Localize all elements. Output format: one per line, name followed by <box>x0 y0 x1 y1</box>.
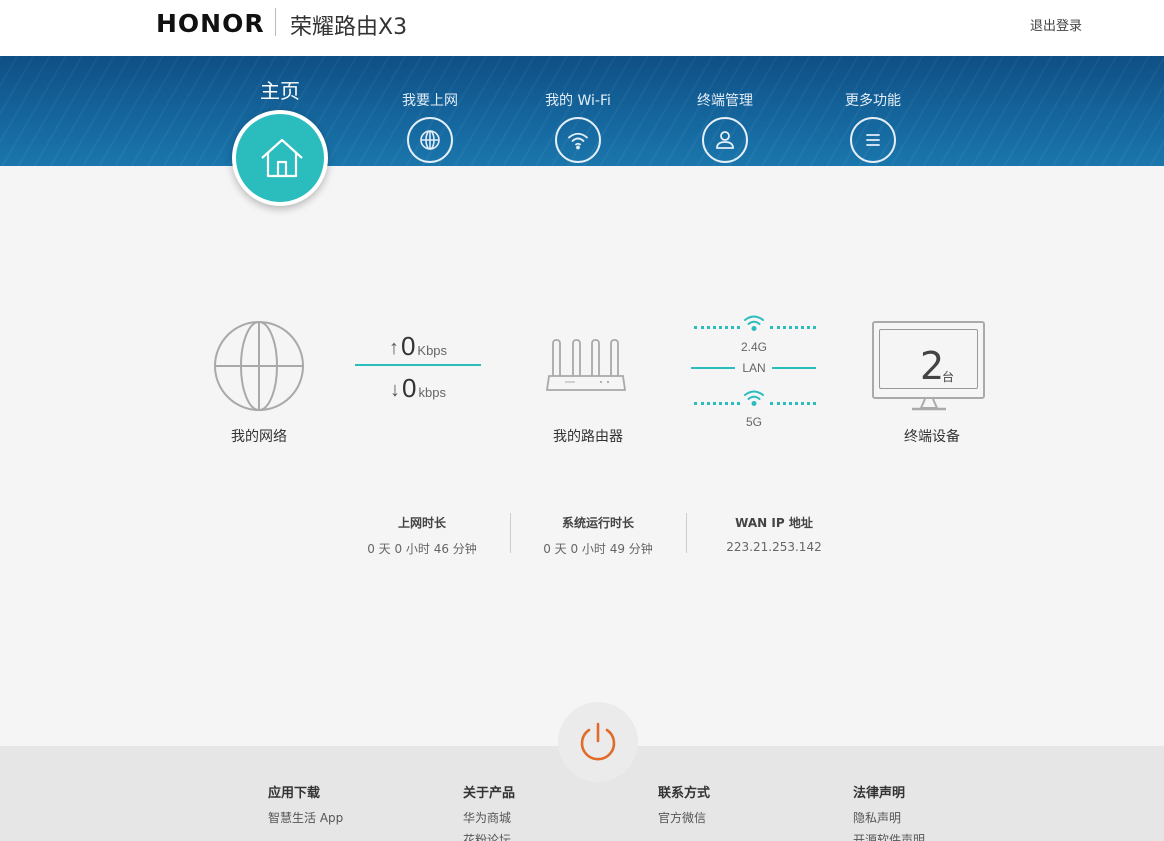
product-name: 荣耀路由X3 <box>290 15 408 40</box>
power-icon <box>580 722 616 761</box>
my-network-globe-icon[interactable] <box>213 320 305 417</box>
footer-col-download: 应用下载 智慧生活 App <box>268 782 343 831</box>
brand-logo: HONOR <box>156 9 265 38</box>
nav-item-devices[interactable]: 终端管理 <box>655 56 795 163</box>
router-icon[interactable] <box>545 336 627 401</box>
stat-value: 0 天 0 小时 49 分钟 <box>543 542 653 556</box>
nav-item-label: 更多功能 <box>845 93 901 109</box>
my-network-label: 我的网络 <box>231 429 287 445</box>
band-24g-label: 2.4G <box>740 340 767 354</box>
footer-col-title: 关于产品 <box>463 786 516 801</box>
band-5g-label: 5G <box>745 415 762 429</box>
monitor-screen: 2 台 <box>879 329 978 389</box>
footer-col-about: 关于产品 华为商城 花粉论坛 <box>463 782 515 841</box>
stat-title: 系统运行时长 <box>561 516 634 530</box>
footer-link-forum[interactable]: 花粉论坛 <box>463 831 515 841</box>
download-unit: kbps <box>418 385 446 400</box>
menu-icon <box>850 117 896 163</box>
speed-indicator: ↑ 0 Kbps ↓ 0 kbps <box>355 330 481 402</box>
devices-label: 终端设备 <box>904 429 960 445</box>
footer-link-opensource[interactable]: 开源软件声明 <box>853 831 925 841</box>
nav-home-label: 主页 <box>260 79 300 103</box>
nav-item-wifi[interactable]: 我的 Wi-Fi <box>508 56 648 163</box>
footer-col-title: 法律声明 <box>853 786 906 801</box>
footer-col-contact: 联系方式 官方微信 <box>658 782 710 831</box>
download-speed: ↓ 0 kbps <box>355 372 481 402</box>
upload-speed: ↑ 0 Kbps <box>355 330 481 360</box>
arrow-down-icon: ↓ <box>390 379 401 401</box>
wifi-5g-icon <box>744 390 764 406</box>
user-icon <box>702 117 748 163</box>
dotted-link <box>694 402 740 405</box>
footer-link-wechat[interactable]: 官方微信 <box>658 809 710 826</box>
device-count: 2 <box>920 344 945 388</box>
dotted-link <box>770 402 816 405</box>
logo-divider <box>275 8 276 36</box>
stat-value: 0 天 0 小时 46 分钟 <box>367 542 477 556</box>
footer-col-title: 应用下载 <box>268 786 321 801</box>
nav-item-label: 我要上网 <box>402 93 458 109</box>
footer-link-app[interactable]: 智慧生活 App <box>268 809 343 826</box>
wifi-icon <box>555 117 601 163</box>
wifi-24g-icon <box>744 315 764 331</box>
footer-link-privacy[interactable]: 隐私声明 <box>853 809 925 826</box>
stat-value: 223.21.253.142 <box>726 540 822 554</box>
globe-icon <box>407 117 453 163</box>
power-button[interactable] <box>558 702 638 782</box>
my-router-label: 我的路由器 <box>553 429 623 445</box>
monitor-stand-icon <box>912 399 946 411</box>
stat-title: WAN IP 地址 <box>735 516 813 530</box>
device-count-unit: 台 <box>942 370 955 384</box>
stat-uptime: 系统运行时长 0 天 0 小时 49 分钟 <box>510 514 686 557</box>
nav-item-label: 我的 Wi-Fi <box>545 93 611 109</box>
arrow-up-icon: ↑ <box>388 337 399 359</box>
footer-link-store[interactable]: 华为商城 <box>463 809 515 826</box>
nav-item-internet[interactable]: 我要上网 <box>360 56 500 163</box>
dotted-link <box>770 326 816 329</box>
lan-line <box>772 367 816 369</box>
footer-col-legal: 法律声明 隐私声明 开源软件声明 <box>853 782 925 841</box>
nav-item-more[interactable]: 更多功能 <box>803 56 943 163</box>
stat-wan-ip: WAN IP 地址 223.21.253.142 <box>686 514 862 554</box>
stat-title: 上网时长 <box>397 516 446 530</box>
upload-unit: Kbps <box>417 343 448 358</box>
upload-value: 0 <box>400 331 416 361</box>
nav-bar: 我要上网 我的 Wi-Fi 终端管理 更多功能 <box>0 56 1164 166</box>
download-value: 0 <box>402 373 417 403</box>
logout-link[interactable]: 退出登录 <box>1030 15 1082 34</box>
nav-home-button[interactable] <box>232 110 328 206</box>
footer-col-title: 联系方式 <box>658 786 711 801</box>
devices-monitor[interactable]: 2 台 <box>872 321 985 399</box>
dotted-link <box>694 326 740 329</box>
home-icon <box>261 138 303 178</box>
nav-item-label: 终端管理 <box>697 93 753 109</box>
top-bar: HONOR 荣耀路由X3 退出登录 <box>0 0 1164 56</box>
speed-divider <box>355 364 481 366</box>
stat-online-time: 上网时长 0 天 0 小时 46 分钟 <box>334 514 510 557</box>
